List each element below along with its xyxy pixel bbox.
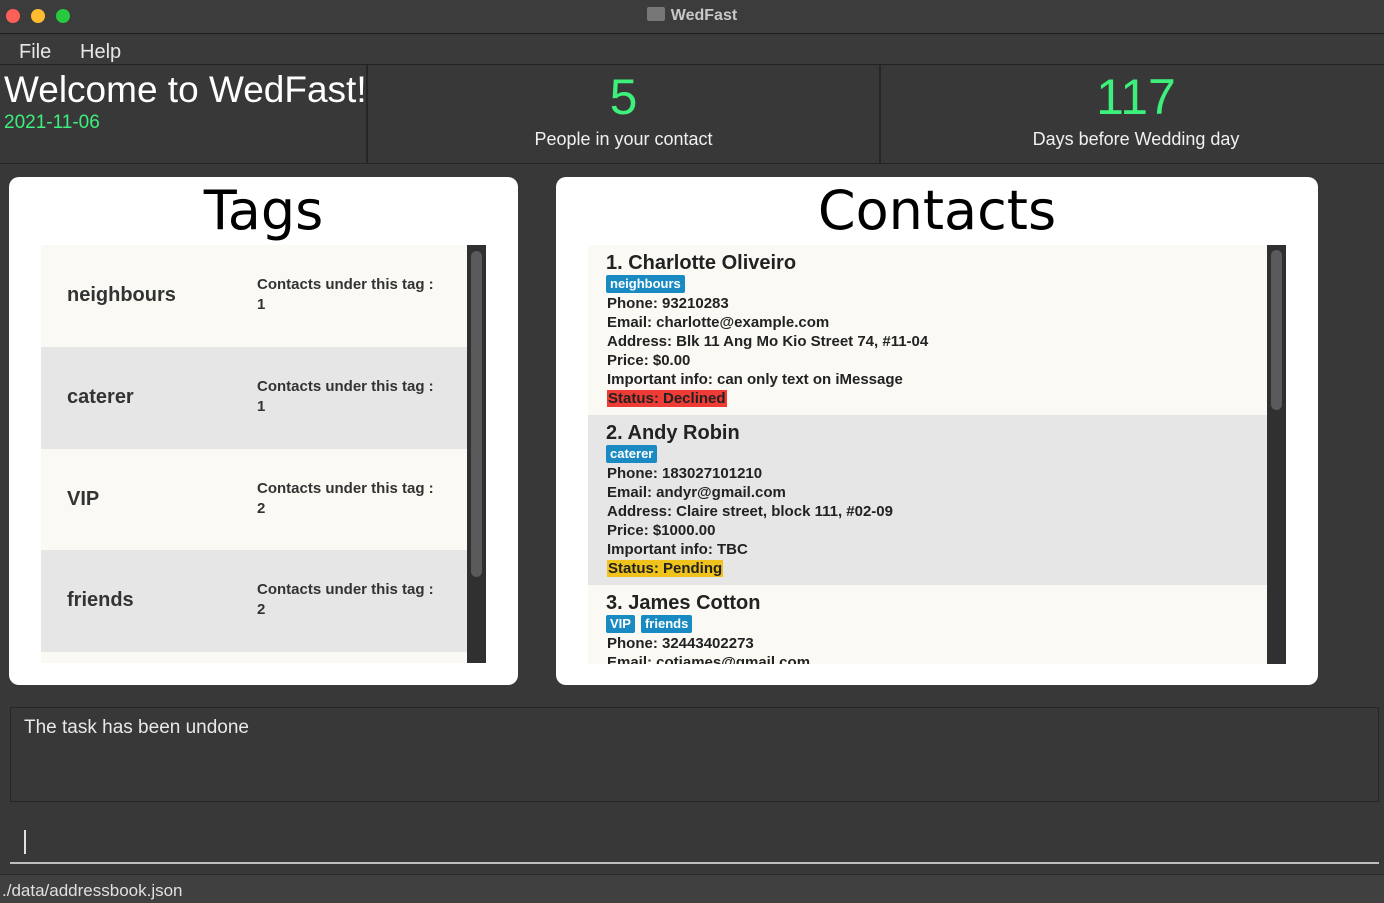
result-message: The task has been undone [24, 717, 250, 738]
command-box[interactable] [10, 820, 1379, 864]
tag-chip: caterer [606, 445, 658, 463]
menu-bar: File Help [0, 35, 1384, 65]
contact-tags: VIP friends [606, 615, 698, 633]
contact-name: 2. Andy Robin [606, 422, 740, 444]
app-icon [646, 7, 665, 21]
contact-email: Email: cotjames@gmail.com [607, 654, 811, 664]
people-stat: 5 People in your contact [368, 65, 879, 163]
contact-address: Address: Claire street, block 111, #02-0… [607, 503, 893, 520]
command-input[interactable] [10, 820, 1379, 860]
contact-price: Price: $1000.00 [607, 522, 716, 539]
tag-count-label: Contacts under this tag : [257, 276, 434, 293]
tag-name: caterer [67, 386, 134, 408]
tags-title: Tags [203, 179, 324, 242]
contacts-list[interactable]: 1. Charlotte Oliveiro neighbours Phone: … [588, 245, 1268, 664]
status-badge: Status: Pending [607, 560, 724, 577]
contact-phone: Phone: 183027101210 [607, 465, 763, 482]
contact-name: 1. Charlotte Oliveiro [606, 252, 797, 274]
contact-tags: caterer [606, 445, 663, 463]
tag-count: 1 [257, 398, 266, 415]
tag-item[interactable]: caterer Contacts under this tag : 1 [41, 347, 467, 449]
contact-info: Important info: can only text on iMessag… [607, 371, 903, 388]
window-title-text: WedFast [670, 7, 738, 24]
tag-name: neighbours [67, 284, 176, 306]
contact-card[interactable]: 2. Andy Robin caterer Phone: 18302710121… [588, 415, 1268, 585]
tags-card: Tags neighbours Contacts under this tag … [9, 177, 518, 685]
tag-count: 2 [257, 601, 266, 618]
welcome-title: Welcome to WedFast! [4, 69, 367, 110]
welcome-panel: Welcome to WedFast! 2021-11-06 [0, 65, 368, 163]
contact-phone: Phone: 93210283 [607, 295, 729, 312]
tag-chip: VIP [606, 615, 635, 633]
tags-list[interactable]: neighbours Contacts under this tag : 1 c… [41, 245, 467, 663]
tag-name: friends [67, 589, 134, 611]
current-date: 2021-11-06 [4, 112, 100, 133]
status-bar: ./data/addressbook.json [0, 874, 1384, 903]
result-display: The task has been undone [10, 707, 1379, 802]
tag-count-label: Contacts under this tag : [257, 480, 434, 497]
days-count: 117 [1096, 69, 1176, 125]
contacts-card: Contacts 1. Charlotte Oliveiro neighbour… [556, 177, 1318, 685]
contacts-scrollbar[interactable] [1267, 245, 1286, 664]
tag-item[interactable]: neighbours Contacts under this tag : 1 [41, 245, 467, 347]
contact-phone: Phone: 32443402273 [607, 635, 754, 652]
tag-item[interactable] [41, 652, 467, 663]
tag-name: VIP [67, 488, 100, 510]
status-badge: Status: Declined [607, 390, 727, 407]
data-file-path: ./data/addressbook.json [2, 881, 183, 900]
people-label: People in your contact [534, 129, 713, 149]
title-bar: WedFast [0, 0, 1384, 34]
contacts-title: Contacts [817, 179, 1057, 242]
text-caret [24, 830, 26, 854]
tags-scrollbar[interactable] [467, 245, 486, 663]
tag-count: 2 [257, 500, 266, 517]
tag-chip: neighbours [606, 275, 685, 293]
dashboard-header: Welcome to WedFast! 2021-11-06 5 People … [0, 65, 1384, 164]
tags-scrollbar-thumb[interactable] [471, 251, 482, 577]
contact-info: Important info: TBC [607, 541, 748, 558]
tag-count: 1 [257, 296, 266, 313]
days-stat: 117 Days before Wedding day [881, 65, 1384, 163]
menu-file[interactable]: File [19, 41, 51, 64]
contact-email: Email: andyr@gmail.com [607, 484, 786, 501]
contact-name: 3. James Cotton [606, 592, 761, 614]
menu-help[interactable]: Help [80, 41, 121, 64]
contact-tags: neighbours [606, 275, 691, 293]
contact-card[interactable]: 1. Charlotte Oliveiro neighbours Phone: … [588, 245, 1268, 415]
contact-price: Price: $0.00 [607, 352, 691, 369]
contacts-scrollbar-thumb[interactable] [1271, 250, 1282, 410]
tag-count-label: Contacts under this tag : [257, 581, 434, 598]
tag-count-label: Contacts under this tag : [257, 378, 434, 395]
days-label: Days before Wedding day [1032, 129, 1240, 149]
people-count: 5 [609, 69, 638, 125]
window-title: WedFast [0, 7, 1384, 25]
contact-address: Address: Blk 11 Ang Mo Kio Street 74, #1… [607, 333, 929, 350]
tag-item[interactable]: VIP Contacts under this tag : 2 [41, 449, 467, 551]
tag-item[interactable]: friends Contacts under this tag : 2 [41, 550, 467, 652]
tag-chip: friends [640, 615, 693, 633]
contact-email: Email: charlotte@example.com [607, 314, 830, 331]
contact-card[interactable]: 3. James Cotton VIP friends Phone: 324434… [588, 585, 1268, 664]
